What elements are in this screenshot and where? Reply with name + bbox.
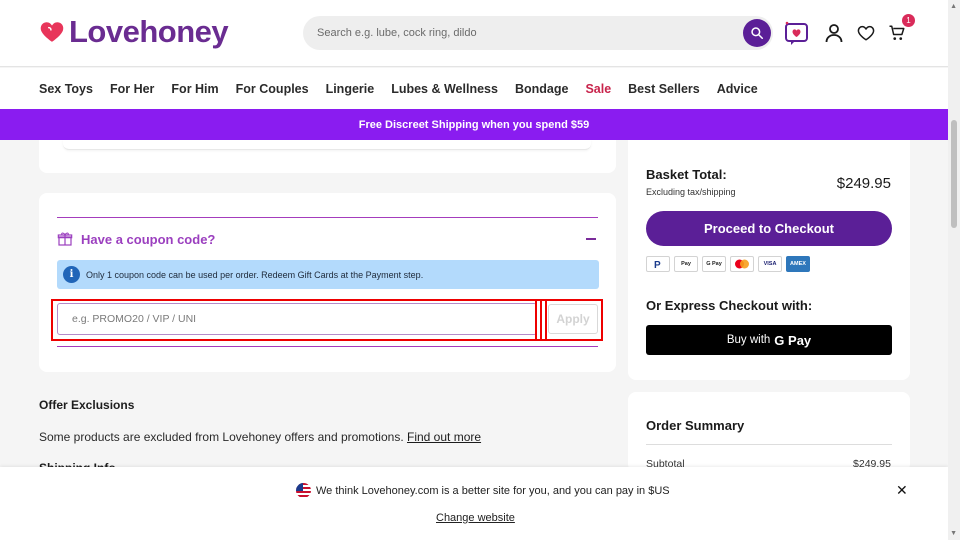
search-input[interactable] bbox=[317, 16, 737, 50]
coupon-toggle[interactable]: Have a coupon code? bbox=[57, 231, 215, 247]
gpay-label: Buy with bbox=[726, 334, 771, 346]
region-message: We think Lovehoney.com is a better site … bbox=[296, 483, 670, 498]
apply-coupon-button[interactable]: Apply bbox=[548, 304, 598, 334]
mastercard-circles-icon bbox=[735, 259, 749, 269]
nav-lubes-wellness[interactable]: Lubes & Wellness bbox=[391, 82, 498, 96]
coupon-divider-bottom bbox=[57, 346, 598, 347]
svg-text:P: P bbox=[654, 260, 661, 269]
express-checkout-title: Or Express Checkout with: bbox=[646, 298, 813, 313]
heart-icon bbox=[857, 25, 875, 41]
nav-sale[interactable]: Sale bbox=[585, 82, 611, 96]
mastercard-icon bbox=[730, 256, 754, 272]
scroll-down-icon[interactable]: ▼ bbox=[950, 530, 957, 537]
user-icon bbox=[825, 24, 843, 43]
order-summary-divider bbox=[646, 444, 892, 445]
paypal-icon: P bbox=[646, 256, 670, 272]
nav-for-her[interactable]: For Her bbox=[110, 82, 154, 96]
scroll-up-icon[interactable]: ▲ bbox=[950, 3, 957, 10]
buy-with-gpay-button[interactable]: Buy with G Pay bbox=[646, 325, 892, 355]
site-header: Lovehoney Search e.g. lube, cock ring, d… bbox=[0, 0, 960, 67]
wishlist-button[interactable] bbox=[853, 20, 879, 46]
visa-icon: VISA bbox=[758, 256, 782, 272]
offer-exclusions-text: Some products are excluded from Lovehone… bbox=[39, 430, 481, 444]
search-bar bbox=[303, 16, 773, 50]
lovehoney-logo[interactable]: Lovehoney bbox=[39, 14, 229, 50]
logo-text: Lovehoney bbox=[69, 14, 229, 49]
find-out-more-link[interactable]: Find out more bbox=[407, 430, 481, 444]
search-icon bbox=[751, 27, 764, 40]
heart-logo-icon bbox=[40, 22, 64, 42]
payment-methods: P Pay G Pay VISA AMEX bbox=[646, 256, 810, 272]
coupon-card: Have a coupon code? i Only 1 coupon code… bbox=[39, 193, 616, 372]
subtotal-value: $249.95 bbox=[853, 458, 891, 467]
coupon-title: Have a coupon code? bbox=[81, 231, 216, 247]
apple-pay-icon: Pay bbox=[674, 256, 698, 272]
nav-for-him[interactable]: For Him bbox=[171, 82, 218, 96]
gpay-brand: G Pay bbox=[774, 332, 812, 348]
cart-icon bbox=[889, 25, 905, 40]
basket-total-card: Basket Total: Excluding tax/shipping $24… bbox=[628, 140, 910, 380]
nav-advice[interactable]: Advice bbox=[717, 82, 758, 96]
proceed-to-checkout-button[interactable]: Proceed to Checkout bbox=[646, 211, 892, 246]
order-summary-title: Order Summary bbox=[646, 418, 745, 433]
heart-chat-icon bbox=[785, 21, 808, 45]
main-nav: Sex Toys For Her For Him For Couples Lin… bbox=[0, 68, 948, 109]
basket-total-amount: $249.95 bbox=[836, 175, 891, 192]
order-summary-card: Order Summary Subtotal $249.95 bbox=[628, 392, 910, 472]
search-button[interactable] bbox=[743, 19, 771, 47]
scrollbar-thumb[interactable] bbox=[951, 120, 957, 228]
coupon-info-box: i Only 1 coupon code can be used per ord… bbox=[57, 260, 599, 289]
basket-total-title: Basket Total: bbox=[646, 167, 727, 182]
nav-sex-toys[interactable]: Sex Toys bbox=[39, 82, 93, 96]
page-scrollbar[interactable]: ▲ ▼ bbox=[948, 0, 960, 540]
offer-exclusions-title: Offer Exclusions bbox=[39, 398, 135, 412]
nav-lingerie[interactable]: Lingerie bbox=[326, 82, 375, 96]
us-flag-icon bbox=[296, 483, 311, 498]
basket-items-card bbox=[39, 140, 616, 173]
gift-icon bbox=[57, 232, 73, 246]
wishlist-chat-button[interactable] bbox=[783, 19, 811, 47]
promo-text: Free Discreet Shipping when you spend $5… bbox=[358, 118, 590, 131]
paypal-p-icon: P bbox=[654, 260, 661, 269]
close-icon[interactable]: ✕ bbox=[896, 482, 908, 499]
amex-icon: AMEX bbox=[786, 256, 810, 272]
coupon-info-text: Only 1 coupon code can be used per order… bbox=[86, 269, 424, 280]
nav-for-couples[interactable]: For Couples bbox=[236, 82, 309, 96]
region-message-text: We think Lovehoney.com is a better site … bbox=[316, 484, 670, 497]
basket-total-subtitle: Excluding tax/shipping bbox=[646, 187, 736, 197]
change-website-link[interactable]: Change website bbox=[436, 512, 515, 524]
nav-bondage[interactable]: Bondage bbox=[515, 82, 568, 96]
cart-button[interactable]: 1 bbox=[884, 14, 915, 46]
coupon-divider-top bbox=[57, 217, 598, 218]
info-icon: i bbox=[63, 266, 80, 283]
region-banner: We think Lovehoney.com is a better site … bbox=[0, 467, 948, 540]
promo-banner[interactable]: Free Discreet Shipping when you spend $5… bbox=[0, 109, 948, 140]
collapse-minus-icon[interactable] bbox=[586, 238, 596, 240]
basket-item-edge bbox=[63, 140, 591, 150]
nav-best-sellers[interactable]: Best Sellers bbox=[628, 82, 700, 96]
google-pay-icon: G Pay bbox=[702, 256, 726, 272]
coupon-code-input[interactable] bbox=[57, 303, 537, 335]
account-button[interactable] bbox=[821, 20, 847, 46]
subtotal-label: Subtotal bbox=[646, 458, 685, 467]
offer-exclusions-body: Some products are excluded from Lovehone… bbox=[39, 430, 407, 444]
cart-count-badge: 1 bbox=[902, 14, 915, 27]
